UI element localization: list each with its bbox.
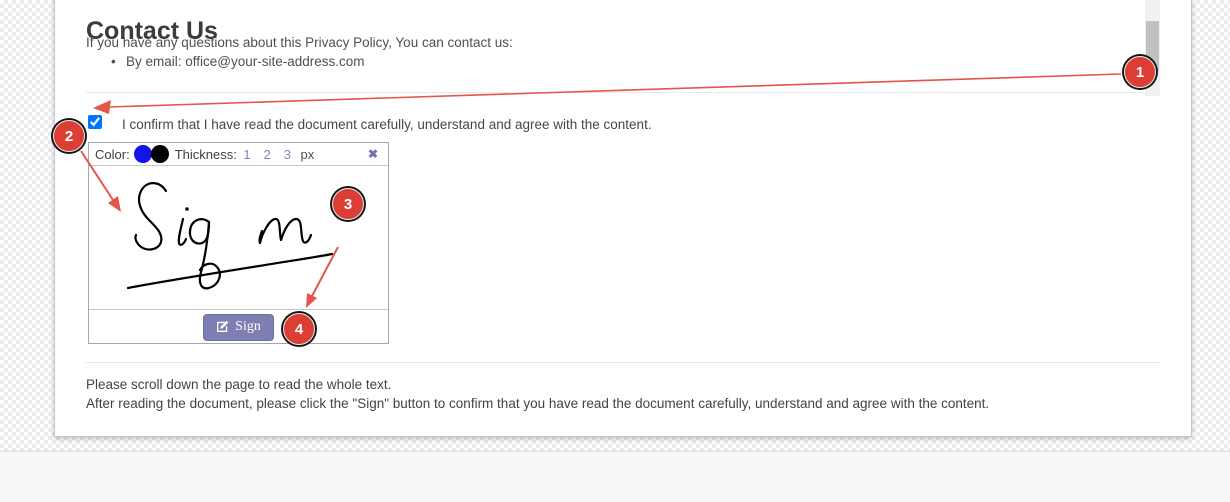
annotation-badge-2: 2 (53, 120, 85, 152)
color-label: Color: (95, 147, 130, 162)
badge-number: 4 (295, 321, 303, 338)
thickness-label: Thickness: (175, 147, 237, 162)
badge-number: 2 (65, 128, 73, 145)
section-divider (86, 362, 1160, 363)
signature-widget: Color: Thickness: 1 2 3 px ✖ (88, 142, 389, 344)
sign-button[interactable]: Sign (203, 314, 274, 341)
badge-number: 1 (1136, 64, 1144, 81)
confirm-checkbox-label[interactable]: I confirm that I have read the document … (122, 117, 652, 132)
signature-footer: Sign (89, 309, 388, 344)
contact-email-list-item: •By email: office@your-site-address.com (111, 54, 365, 69)
pencil-square-icon (216, 320, 229, 333)
privacy-intro-text: If you have any questions about this Pri… (86, 35, 513, 50)
close-icon[interactable]: ✖ (368, 147, 378, 161)
confirm-checkbox[interactable] (88, 115, 102, 129)
sign-instruction-text: After reading the document, please click… (86, 396, 989, 411)
thickness-option-1[interactable]: 1 (243, 147, 250, 162)
bullet-icon: • (111, 54, 126, 69)
document-divider (86, 92, 1160, 93)
badge-number: 3 (344, 196, 352, 213)
signature-drawing (89, 166, 388, 309)
annotation-badge-4: 4 (283, 313, 315, 345)
signature-canvas[interactable] (89, 166, 388, 309)
contact-email-text: By email: office@your-site-address.com (126, 54, 365, 69)
page-footer-bar (0, 451, 1230, 502)
annotation-badge-3: 3 (332, 188, 364, 220)
thickness-option-3[interactable]: 3 (284, 147, 291, 162)
color-swatch-black[interactable] (151, 145, 169, 163)
scroll-instruction-text: Please scroll down the page to read the … (86, 377, 391, 392)
page-background: Contact Us If you have any questions abo… (0, 0, 1230, 502)
px-unit-label: px (301, 147, 315, 162)
sign-button-label: Sign (235, 319, 261, 335)
annotation-badge-1: 1 (1124, 56, 1156, 88)
signature-toolbar: Color: Thickness: 1 2 3 px ✖ (89, 143, 388, 166)
color-swatch-blue[interactable] (134, 145, 152, 163)
thickness-option-2[interactable]: 2 (264, 147, 271, 162)
